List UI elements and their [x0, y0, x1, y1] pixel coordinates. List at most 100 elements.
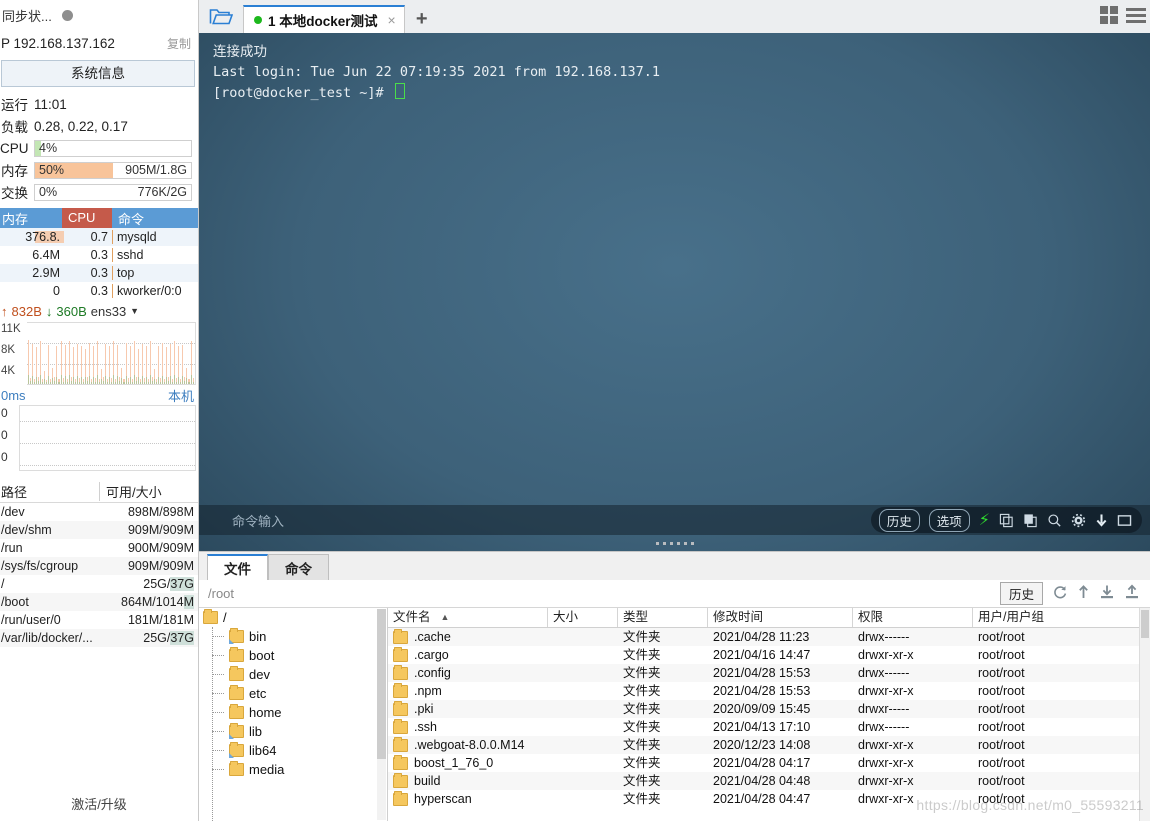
column-header-size[interactable]: 大小 — [548, 608, 618, 627]
table-row[interactable]: build 文件夹 2021/04/28 04:48 drwxr-xr-x root/r… — [388, 772, 1150, 790]
system-info-button[interactable]: 系统信息 — [1, 60, 195, 87]
grid-view-icon[interactable] — [1100, 6, 1118, 24]
bolt-icon[interactable]: ⚡ — [979, 510, 990, 530]
process-header-command[interactable]: 命令 — [112, 209, 198, 228]
open-folder-icon[interactable] — [199, 0, 243, 33]
disk-header-path[interactable]: 路径 — [0, 481, 100, 501]
swap-meter-label: 交换 — [1, 186, 28, 201]
file-type-cell: 文件夹 — [623, 630, 661, 644]
ping-target-label[interactable]: 本机 — [168, 386, 198, 405]
list-view-icon[interactable] — [1126, 7, 1146, 23]
file-size-cell — [548, 772, 618, 790]
tree-node[interactable]: / — [199, 608, 387, 627]
download-icon[interactable] — [1099, 584, 1115, 604]
cpu-meter: 4% — [34, 139, 192, 157]
search-icon[interactable] — [1047, 513, 1062, 528]
file-list-scrollbar[interactable] — [1139, 608, 1150, 821]
tab-files[interactable]: 文件 — [207, 554, 268, 580]
disk-usage-table: 路径 可用/大小 /dev 898M/898M/dev/shm 909M/909M /… — [0, 480, 198, 647]
ping-y-label-0: 0 — [1, 406, 8, 420]
column-header-type[interactable]: 类型 — [618, 608, 708, 627]
tree-scrollbar[interactable] — [377, 609, 386, 820]
tree-node[interactable]: media — [199, 760, 387, 779]
tree-node[interactable]: etc — [199, 684, 387, 703]
tab-commands[interactable]: 命令 — [268, 554, 329, 580]
disk-row[interactable]: /run 900M/909M — [0, 539, 198, 557]
disk-path: /sys/fs/cgroup — [1, 559, 79, 573]
network-traffic-graph: 11K 8K 4K — [1, 322, 196, 385]
table-row[interactable]: .config 文件夹 2021/04/28 15:53 drwx------ root… — [388, 664, 1150, 682]
copy-ip-button[interactable]: 复制 — [167, 35, 198, 52]
session-tab-docker[interactable]: 1 本地docker测试 × — [243, 5, 405, 33]
process-header-memory[interactable]: 内存 — [0, 209, 62, 228]
refresh-icon[interactable] — [1052, 584, 1068, 604]
table-row[interactable]: .cache 文件夹 2021/04/28 11:23 drwx------ root/… — [388, 628, 1150, 646]
copy-icon[interactable] — [999, 513, 1014, 528]
table-row[interactable]: .webgoat-8.0.0.M14 文件夹 2020/12/23 14:08 drw… — [388, 736, 1150, 754]
network-interface-name[interactable]: ens33 — [91, 304, 126, 319]
column-header-name[interactable]: 文件名 ▲ — [388, 608, 548, 627]
file-name-cell: .ssh — [388, 718, 548, 736]
sort-ascending-icon: ▲ — [440, 612, 450, 622]
download-icon[interactable] — [1095, 513, 1108, 528]
process-row[interactable]: 376.8. 0.7 mysqld — [0, 228, 198, 246]
terminal-history-button[interactable]: 历史 — [878, 508, 920, 532]
tree-node[interactable]: dev — [199, 665, 387, 684]
disk-row[interactable]: /dev/shm 909M/909M — [0, 521, 198, 539]
disk-header-size[interactable]: 可用/大小 — [100, 482, 198, 501]
gear-icon[interactable] — [1071, 513, 1086, 528]
process-header-cpu[interactable]: CPU — [62, 208, 112, 228]
file-type-cell: 文件夹 — [623, 756, 661, 770]
disk-table-header: 路径 可用/大小 — [0, 480, 198, 503]
activate-upgrade-link[interactable]: 激活/升级 — [0, 794, 198, 813]
paste-icon[interactable] — [1023, 513, 1038, 528]
file-history-button[interactable]: 历史 — [999, 582, 1043, 605]
disk-row[interactable]: /boot 864M/1014M — [0, 593, 198, 611]
process-row[interactable]: 6.4M 0.3 sshd — [0, 246, 198, 264]
tree-node[interactable]: lib64 — [199, 741, 387, 760]
file-size-cell — [548, 682, 618, 700]
column-header-permissions[interactable]: 权限 — [853, 608, 973, 627]
command-input-bar: 命令输入 历史 选项 ⚡ — [199, 505, 1150, 535]
file-list-scrollbar-thumb[interactable] — [1141, 610, 1149, 638]
command-input[interactable]: 命令输入 — [199, 511, 871, 530]
table-row[interactable]: .npm 文件夹 2021/04/28 15:53 drwxr-xr-x root/ro… — [388, 682, 1150, 700]
ping-y-label-2: 0 — [1, 450, 8, 464]
directory-tree[interactable]: / bin boot dev etc home lib lib64 media — [199, 608, 388, 821]
file-name-cell: build — [388, 772, 548, 790]
tree-node[interactable]: home — [199, 703, 387, 722]
table-row[interactable]: .cargo 文件夹 2021/04/16 14:47 drwxr-xr-x root/… — [388, 646, 1150, 664]
disk-row[interactable]: /dev 898M/898M — [0, 503, 198, 521]
file-time-cell: 2021/04/13 17:10 — [713, 720, 811, 734]
tree-node[interactable]: boot — [199, 646, 387, 665]
disk-row[interactable]: /run/user/0 181M/181M — [0, 611, 198, 629]
process-row[interactable]: 2.9M 0.3 top — [0, 264, 198, 282]
table-row[interactable]: .pki 文件夹 2020/09/09 15:45 drwxr----- root/ro… — [388, 700, 1150, 718]
terminal-options-button[interactable]: 选项 — [928, 508, 970, 532]
window-icon[interactable] — [1117, 514, 1132, 527]
file-owner-cell: root/root — [978, 738, 1025, 752]
disk-row[interactable]: /var/lib/docker/... 25G/37G — [0, 629, 198, 647]
chevron-down-icon[interactable]: ▼ — [130, 306, 139, 316]
close-icon[interactable]: × — [388, 12, 396, 28]
tree-node[interactable]: bin — [199, 627, 387, 646]
terminal-pane[interactable]: 连接成功 Last login: Tue Jun 22 07:19:35 202… — [199, 33, 1150, 551]
process-row[interactable]: 0 0.3 kworker/0:0 — [0, 282, 198, 300]
disk-row[interactable]: / 25G/37G — [0, 575, 198, 593]
process-cpu: 0.3 — [64, 284, 113, 298]
column-header-owner[interactable]: 用户/用户组 — [973, 608, 1150, 627]
file-path-input[interactable]: /root — [199, 586, 1000, 601]
table-row[interactable]: hyperscan 文件夹 2021/04/28 04:47 drwxr-xr-x ro… — [388, 790, 1150, 808]
tree-node[interactable]: lib — [199, 722, 387, 741]
upload-icon[interactable] — [1124, 583, 1140, 604]
tree-scrollbar-thumb[interactable] — [377, 609, 386, 759]
disk-row[interactable]: /sys/fs/cgroup 909M/909M — [0, 557, 198, 575]
column-header-time[interactable]: 修改时间 — [708, 608, 853, 627]
pane-splitter[interactable] — [199, 535, 1150, 551]
upload-arrow-icon[interactable] — [1077, 584, 1090, 604]
disk-path: /dev — [1, 505, 25, 519]
new-tab-button[interactable]: + — [405, 5, 439, 33]
file-type-cell: 文件夹 — [623, 738, 661, 752]
table-row[interactable]: .ssh 文件夹 2021/04/13 17:10 drwx------ root/ro… — [388, 718, 1150, 736]
table-row[interactable]: boost_1_76_0 文件夹 2021/04/28 04:17 drwxr-xr-… — [388, 754, 1150, 772]
